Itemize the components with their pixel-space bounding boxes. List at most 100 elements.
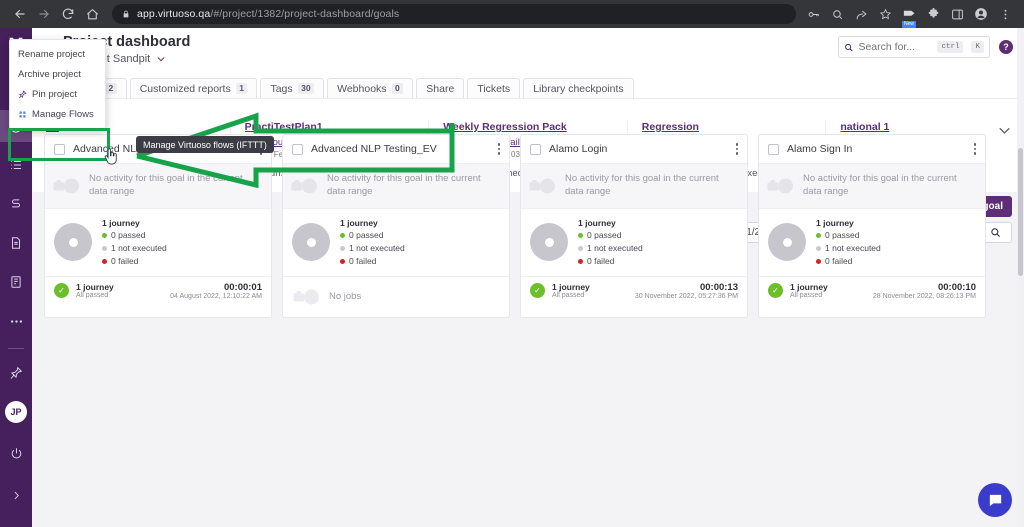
goal-last-run[interactable]: ✓ 1 journey All passed 00:00:13 30 Novem… xyxy=(521,275,747,307)
goal-name: Alamo Sign In xyxy=(787,143,853,155)
menu-item-rename-project[interactable]: Rename project xyxy=(10,44,105,64)
reload-icon[interactable] xyxy=(56,2,80,26)
lock-icon xyxy=(122,9,130,19)
kebab-menu-icon[interactable] xyxy=(735,143,738,155)
tab-count: 30 xyxy=(297,83,315,94)
goal-empty-state: No activity for this goal in the current… xyxy=(45,163,271,208)
global-search[interactable]: ctrl K xyxy=(838,36,990,58)
goal-card-grid: Advanced NLP No activity for this goal i… xyxy=(44,134,1016,318)
goal-last-run[interactable]: ✓ 1 journey All passed 00:00:10 28 Novem… xyxy=(759,275,985,307)
url-host: app.virtuoso.qa xyxy=(137,8,211,20)
stat-passed: 0 passed xyxy=(340,229,405,242)
address-bar[interactable]: app.virtuoso.qa/#/project/1382/project-d… xyxy=(112,4,796,24)
failed-dot-icon xyxy=(102,258,107,264)
tab-count: 1 xyxy=(235,83,248,94)
not-executed-dot-icon xyxy=(340,246,345,252)
no-jobs-message: No jobs xyxy=(329,291,362,303)
execution-name[interactable]: PractiTestPlan1 xyxy=(245,121,415,133)
kebab-menu-icon[interactable] xyxy=(497,143,500,155)
bookmark-star-icon[interactable] xyxy=(874,3,896,25)
not-executed-label: 1 not executed xyxy=(825,243,881,254)
goal-checkbox[interactable] xyxy=(768,143,779,155)
sidebar-item-flows[interactable] xyxy=(0,188,32,220)
goal-card[interactable]: Alamo Login No activity for this goal in… xyxy=(520,134,748,318)
page-scrollbar[interactable] xyxy=(1017,28,1024,527)
chat-bubble-icon[interactable] xyxy=(978,483,1012,517)
placeholder-image-icon xyxy=(529,178,555,194)
tab-label: Webhooks xyxy=(337,82,387,95)
goal-checkbox[interactable] xyxy=(292,143,303,155)
chrome-menu-icon[interactable] xyxy=(994,3,1016,25)
journey-donut-chart xyxy=(54,223,92,262)
menu-item-manage-flows[interactable]: Manage Flows xyxy=(10,104,105,124)
tab-share[interactable]: Share xyxy=(416,78,465,98)
goal-name: Advanced NLP Testing_EV xyxy=(311,143,437,155)
menu-item-pin-project[interactable]: Pin project xyxy=(10,84,105,104)
sidebar-item-list[interactable] xyxy=(0,149,32,181)
tab-library-checkpoints[interactable]: Library checkpoints xyxy=(523,78,634,98)
split-view-icon[interactable] xyxy=(946,3,968,25)
last-run-date: 30 November 2022, 05:27:36 PM xyxy=(634,292,738,300)
not-executed-dot-icon xyxy=(578,246,583,252)
passed-dot-icon xyxy=(340,233,345,239)
sidebar-item-pin[interactable] xyxy=(0,357,32,389)
stat-not-executed: 1 not executed xyxy=(340,242,405,255)
goal-checkbox[interactable] xyxy=(530,143,541,155)
browser-toolbar: app.virtuoso.qa/#/project/1382/project-d… xyxy=(0,0,1024,28)
tab-customized-reports[interactable]: Customized reports 1 xyxy=(129,78,258,98)
scrollbar-thumb[interactable] xyxy=(1018,148,1023,276)
home-icon[interactable] xyxy=(80,2,104,26)
search-icon[interactable] xyxy=(826,3,848,25)
kebab-menu-icon[interactable] xyxy=(973,143,976,155)
url-path: /#/project/1382/project-dashboard/goals xyxy=(210,8,400,20)
extension-new-icon[interactable]: New xyxy=(898,3,920,28)
goal-last-run[interactable]: ✓ 1 journey All passed 00:00:01 04 Augus… xyxy=(45,275,271,307)
goal-card[interactable]: Advanced NLP Testing_EV No activity for … xyxy=(282,134,510,318)
sidebar-item-data[interactable] xyxy=(0,266,32,298)
stat-not-executed: 1 not executed xyxy=(102,242,167,255)
help-icon[interactable]: ? xyxy=(999,40,1013,54)
menu-item-archive-project[interactable]: Archive project xyxy=(10,64,105,84)
search-input[interactable] xyxy=(858,41,933,53)
key-icon[interactable] xyxy=(802,3,824,25)
failed-dot-icon xyxy=(816,258,821,264)
tab-webhooks[interactable]: Webhooks 0 xyxy=(327,78,414,98)
goal-card[interactable]: Advanced NLP No activity for this goal i… xyxy=(44,134,272,318)
last-run-summary: 1 journey All passed xyxy=(76,282,114,299)
not-executed-label: 1 not executed xyxy=(111,243,167,254)
execution-name[interactable]: Regression xyxy=(642,121,812,133)
stat-passed: 0 passed xyxy=(816,229,881,242)
share-icon[interactable] xyxy=(850,3,872,25)
journey-breakdown: 1 journey 0 passed 1 not executed 0 fail… xyxy=(340,217,405,268)
goal-card-header: Advanced NLP Testing_EV xyxy=(283,135,509,163)
last-run-duration: 00:00:01 xyxy=(223,281,262,293)
chevron-right-icon[interactable] xyxy=(0,479,32,511)
last-run-journeys: 1 journey xyxy=(552,282,590,293)
tab-tickets[interactable]: Tickets xyxy=(467,78,521,98)
goal-card-header: Alamo Sign In xyxy=(759,135,985,163)
goal-stats: 1 journey 0 passed 1 not executed 0 fail… xyxy=(521,207,747,276)
execution-name[interactable]: Weekly Regression Pack xyxy=(443,121,613,133)
passed-dot-icon xyxy=(102,233,107,239)
last-run-journeys: 1 journey xyxy=(76,282,114,293)
goal-card-header: Alamo Login xyxy=(521,135,747,163)
goal-stats: 1 journey 0 passed 1 not executed 0 fail… xyxy=(759,207,985,276)
execution-name[interactable]: national 1 xyxy=(840,121,1010,133)
goal-empty-message: No activity for this goal in the current… xyxy=(803,173,957,197)
tab-tags[interactable]: Tags 30 xyxy=(260,78,325,98)
sidebar-item-more[interactable] xyxy=(0,305,32,337)
forward-arrow-icon[interactable] xyxy=(32,2,56,26)
goal-card[interactable]: Alamo Sign In No activity for this goal … xyxy=(758,134,986,318)
goal-checkbox[interactable] xyxy=(54,143,65,155)
journey-count: 1 journey xyxy=(578,217,616,228)
tab-label: Tickets xyxy=(477,82,511,95)
profile-icon[interactable] xyxy=(970,3,992,25)
avatar[interactable]: JP xyxy=(5,401,27,423)
power-icon[interactable] xyxy=(0,437,32,469)
back-arrow-icon[interactable] xyxy=(8,2,32,26)
extension-puzzle-icon[interactable] xyxy=(922,3,944,25)
passed-label: 0 passed xyxy=(111,230,146,241)
sidebar-item-reports[interactable] xyxy=(0,227,32,259)
tab-count: 0 xyxy=(391,83,404,94)
stat-passed: 0 passed xyxy=(102,229,167,242)
